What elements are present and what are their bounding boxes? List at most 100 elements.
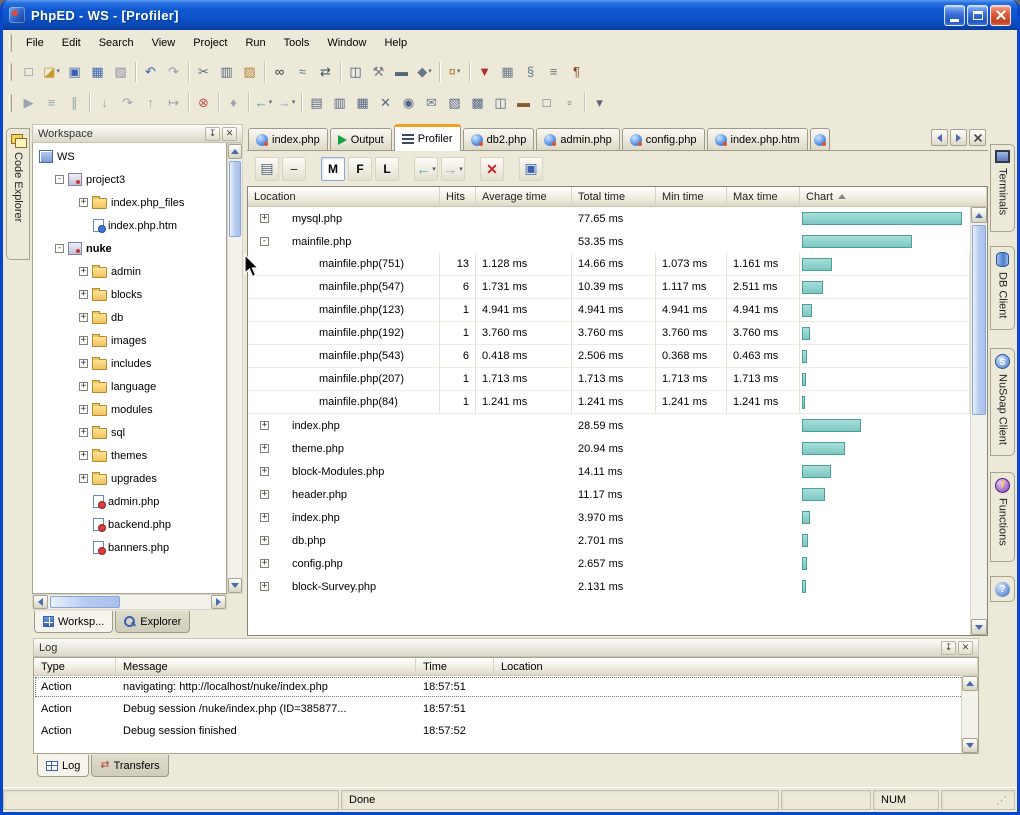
toolbar-grip[interactable] (9, 94, 12, 112)
menu-search[interactable]: Search (90, 33, 143, 53)
tree-expand-toggle[interactable]: + (79, 198, 88, 207)
tree-item-ws[interactable]: WS (33, 145, 226, 168)
replace-icon[interactable]: ⇄ (314, 60, 337, 83)
tab-close-button[interactable] (969, 129, 986, 146)
menu-window[interactable]: Window (318, 33, 375, 53)
tree-expand-toggle[interactable]: - (55, 175, 64, 184)
scroll-left-button[interactable] (33, 595, 48, 609)
save-all-icon[interactable]: ▦ (86, 60, 109, 83)
collapse-all-button[interactable]: − (282, 157, 306, 181)
help-book-icon[interactable]: ¶ (565, 60, 588, 83)
tree-item-nuke[interactable]: - nuke (33, 237, 226, 260)
tree-expand-toggle[interactable]: + (79, 382, 88, 391)
log-column-message[interactable]: Message (116, 658, 416, 675)
menu-file[interactable]: File (17, 33, 53, 53)
menu-project[interactable]: Project (184, 33, 236, 53)
document-tab-config-php[interactable]: config.php (622, 128, 705, 150)
locals-window-icon[interactable]: ▧ (443, 91, 466, 114)
row-expand-toggle[interactable]: - (260, 237, 269, 246)
find-icon[interactable]: ∞ (268, 60, 291, 83)
workspace-pin-button[interactable]: ↧ (205, 127, 220, 141)
globals-window-icon[interactable]: ▩ (466, 91, 489, 114)
format-icon[interactable]: ≡ (542, 60, 565, 83)
resize-grip-icon[interactable]: ⋰ (996, 794, 1007, 807)
toggle-lines-button[interactable]: L (375, 157, 399, 181)
log-row[interactable]: Action Debug session /nuke/index.php (ID… (34, 698, 978, 720)
tree-expand-toggle[interactable]: + (79, 451, 88, 460)
save-results-button[interactable]: ▣ (519, 157, 543, 181)
tree-expand-toggle[interactable]: + (79, 336, 88, 345)
toggle-functions-button[interactable]: F (348, 157, 372, 181)
redo-icon[interactable]: ↷ (162, 60, 185, 83)
column-header-hits[interactable]: Hits (440, 187, 476, 206)
column-header-chart[interactable]: Chart (800, 187, 987, 206)
tree-item-includes[interactable]: + includes (33, 352, 226, 375)
tree-item-themes[interactable]: + themes (33, 444, 226, 467)
save-icon[interactable]: ▣ (63, 60, 86, 83)
messages-icon[interactable]: ✉ (420, 91, 443, 114)
close-button[interactable] (990, 5, 1011, 26)
undo-icon[interactable]: ↶ (139, 60, 162, 83)
tree-item-upgrades[interactable]: + upgrades (33, 467, 226, 490)
menu-view[interactable]: View (143, 33, 185, 53)
log-row[interactable]: Action navigating: http://localhost/nuke… (34, 676, 978, 698)
profiler-row[interactable]: mainfile.php(547) 6 1.731 ms 10.39 ms 1.… (248, 276, 970, 299)
tree-item-images[interactable]: + images (33, 329, 226, 352)
nav-forward-icon[interactable]: →▾ (275, 91, 298, 114)
document-tab-output[interactable]: Output (330, 128, 392, 150)
row-expand-toggle[interactable]: + (260, 467, 269, 476)
document-tab-db2-php[interactable]: db2.php (463, 128, 535, 150)
paste-icon[interactable]: ▨ (238, 60, 261, 83)
profiler-row[interactable]: +theme.php 20.94 ms (248, 437, 970, 460)
profiler-row[interactable]: +index.php 28.59 ms (248, 414, 970, 437)
profiler-row[interactable]: mainfile.php(123) 1 4.941 ms 4.941 ms 4.… (248, 299, 970, 322)
tree-expand-toggle[interactable]: + (79, 428, 88, 437)
scroll-right-button[interactable] (211, 595, 226, 609)
scroll-down-button[interactable] (962, 738, 978, 753)
run-options-icon[interactable]: ◆▾ (413, 60, 436, 83)
tree-item-db[interactable]: + db (33, 306, 226, 329)
workspace-tab-worksp[interactable]: Worksp... (34, 611, 113, 633)
right-rail-tab-nusoap-client[interactable]: NuSoap Client (990, 348, 1015, 456)
tree-item-admin[interactable]: + admin (33, 260, 226, 283)
run-list-icon[interactable]: ≡ (40, 91, 63, 114)
minimize-button[interactable] (944, 5, 965, 26)
history-forward-button[interactable]: →▾ (441, 157, 465, 181)
step-out-icon[interactable]: ↑ (139, 91, 162, 114)
step-into-icon[interactable]: ↓ (93, 91, 116, 114)
log-column-type[interactable]: Type (34, 658, 116, 675)
profiler-row[interactable]: +mysql.php 77.65 ms (248, 207, 970, 230)
document-tab-item[interactable] (810, 128, 830, 150)
security-icon[interactable]: ¤▾ (443, 60, 466, 83)
row-expand-toggle[interactable]: + (260, 214, 269, 223)
tree-item-language[interactable]: + language (33, 375, 226, 398)
tree-expand-toggle[interactable]: + (79, 405, 88, 414)
step-over-icon[interactable]: ↷ (116, 91, 139, 114)
delete-results-button[interactable] (480, 157, 504, 181)
tree-expand-toggle[interactable]: + (79, 474, 88, 483)
row-expand-toggle[interactable]: + (260, 536, 269, 545)
log-close-button[interactable]: ✕ (958, 641, 973, 655)
row-expand-toggle[interactable]: + (260, 582, 269, 591)
tree-expand-toggle[interactable]: + (79, 313, 88, 322)
profiler-row[interactable]: mainfile.php(543) 6 0.418 ms 2.506 ms 0.… (248, 345, 970, 368)
log-column-time[interactable]: Time (416, 658, 494, 675)
scrollbar-thumb[interactable] (50, 596, 120, 608)
workspace-tab-explorer[interactable]: Explorer (115, 611, 190, 633)
tree-item-blocks[interactable]: + blocks (33, 283, 226, 306)
tree-item-backend-php[interactable]: backend.php (33, 513, 226, 536)
debugger-icon[interactable]: ◫ (344, 60, 367, 83)
scroll-down-button[interactable] (971, 619, 987, 635)
browser-window-icon[interactable]: ▬ (512, 91, 535, 114)
right-rail-tab-db-client[interactable]: DB Client (990, 246, 1015, 330)
close-window-icon[interactable]: ✕ (374, 91, 397, 114)
row-expand-toggle[interactable]: + (260, 444, 269, 453)
tree-item-sql[interactable]: + sql (33, 421, 226, 444)
log-tab-log[interactable]: Log (37, 755, 89, 777)
log-tab-transfers[interactable]: ⇄Transfers (91, 755, 168, 777)
files-window-icon[interactable]: ▫ (558, 91, 581, 114)
log-pin-button[interactable]: ↧ (941, 641, 956, 655)
column-header-average-time[interactable]: Average time (476, 187, 572, 206)
row-expand-toggle[interactable]: + (260, 490, 269, 499)
row-expand-toggle[interactable]: + (260, 559, 269, 568)
